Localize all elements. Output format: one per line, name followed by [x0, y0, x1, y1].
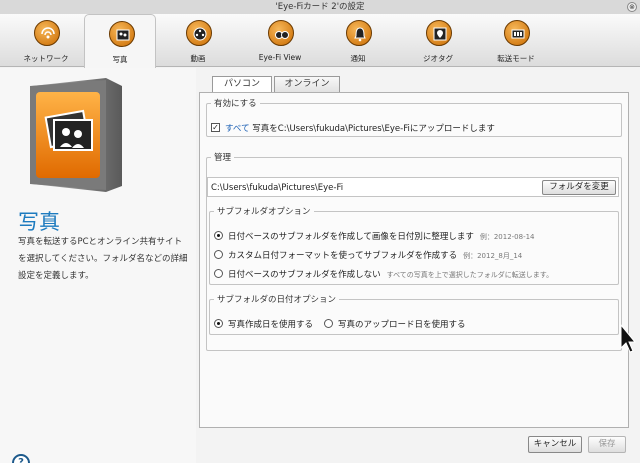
section-title: 写真 — [18, 210, 60, 234]
group-legend: 管理 — [214, 153, 232, 163]
group-legend: サブフォルダの日付オプション — [217, 295, 337, 305]
eyefi-view-icon — [268, 20, 294, 46]
date-radio-uploaded[interactable] — [324, 319, 333, 328]
manage-group: 管理 C:\Users\fukuda\Pictures\Eye-Fi フォルダを… — [206, 151, 622, 351]
enable-text: すべて 写真をC:\Users\fukuda\Pictures\Eye-Fiにア… — [225, 122, 495, 134]
toolbar: ネットワーク 写真 動画 Eye-Fi View 通知 ジオタグ 転送モード — [0, 14, 640, 68]
enable-checkbox[interactable]: ✓ — [211, 123, 220, 132]
toolbar-item-transfer-mode[interactable]: 転送モード — [480, 14, 552, 67]
folder-path-field: C:\Users\fukuda\Pictures\Eye-Fi フォルダを変更 — [207, 177, 619, 197]
toolbar-item-eyefi-view[interactable]: Eye-Fi View — [244, 14, 316, 67]
cancel-button[interactable]: キャンセル — [528, 436, 582, 453]
option-label: 日付ベースのサブフォルダを作成しない — [228, 270, 381, 280]
network-icon — [34, 20, 60, 46]
toolbar-label: 動画 — [190, 54, 206, 63]
photos-large-icon — [22, 72, 132, 201]
change-folder-button[interactable]: フォルダを変更 — [542, 180, 616, 195]
subfolder-radio-date[interactable] — [214, 231, 223, 240]
subfolder-radio-none[interactable] — [214, 269, 223, 278]
option-label: カスタム日付フォーマットを使ってサブフォルダを作成する — [228, 251, 458, 261]
toolbar-label: Eye-Fi View — [258, 53, 302, 62]
option-example: 例：2012-08-14 — [479, 233, 535, 241]
date-option-created: 写真作成日を使用する — [228, 320, 314, 330]
window-title: 'Eye-Fiカード 2'の設定 — [275, 2, 365, 12]
photos-icon — [109, 21, 135, 47]
close-icon: ⊗ — [629, 3, 635, 11]
settings-panel: 有効にする ✓ すべて 写真をC:\Users\fukuda\Pictures\… — [199, 92, 629, 428]
transfer-mode-icon — [504, 20, 530, 46]
left-pane: 写真 写真を転送するPCとオンライン共有サイトを選択してください。フォルダ名など… — [0, 68, 196, 463]
close-button[interactable]: ⊗ — [627, 2, 637, 12]
option-example: すべての写真を上で選択したフォルダに転送します。 — [386, 271, 554, 279]
date-radio-created[interactable] — [214, 319, 223, 328]
date-options-group: サブフォルダの日付オプション 写真作成日を使用する 写真のアップロード日を使用す… — [209, 293, 619, 335]
section-description: 写真を転送するPCとオンライン共有サイトを選択してください。フォルダ名などの詳細… — [18, 237, 188, 281]
enable-group: 有効にする ✓ すべて 写真をC:\Users\fukuda\Pictures\… — [206, 97, 622, 137]
option-label: 日付ベースのサブフォルダを作成して画像を日付別に整理します — [228, 232, 474, 242]
mouse-cursor-icon — [620, 323, 637, 357]
all-link[interactable]: すべて — [225, 124, 250, 134]
toolbar-label: 通知 — [350, 54, 366, 63]
group-legend: 有効にする — [214, 99, 257, 109]
enable-description: 写真をC:\Users\fukuda\Pictures\Eye-Fiにアップロー… — [252, 124, 495, 134]
toolbar-item-network[interactable]: ネットワーク — [10, 14, 82, 67]
help-icon[interactable]: ? — [12, 454, 30, 463]
tab-online[interactable]: オンライン — [274, 76, 340, 92]
toolbar-item-notifications[interactable]: 通知 — [322, 14, 394, 67]
toolbar-item-video[interactable]: 動画 — [162, 14, 234, 67]
toolbar-label: 転送モード — [497, 54, 535, 63]
tab-pc[interactable]: パソコン — [212, 76, 272, 93]
geotag-icon — [426, 20, 452, 46]
subfolder-option-date: 日付ベースのサブフォルダを作成して画像を日付別に整理します 例：2012-08-1… — [228, 230, 535, 242]
video-icon — [186, 20, 212, 46]
toolbar-label: ネットワーク — [23, 54, 69, 63]
toolbar-item-photos[interactable]: 写真 — [84, 14, 156, 68]
option-example: 例：2012_8月_14 — [463, 252, 523, 260]
subfolder-radio-custom[interactable] — [214, 250, 223, 259]
date-option-uploaded: 写真のアップロード日を使用する — [338, 320, 466, 330]
toolbar-item-geotag[interactable]: ジオタグ — [402, 14, 474, 67]
subfolder-option-none: 日付ベースのサブフォルダを作成しない すべての写真を上で選択したフォルダに転送しま… — [228, 268, 553, 280]
subfolder-option-custom: カスタム日付フォーマットを使ってサブフォルダを作成する 例：2012_8月_14 — [228, 249, 522, 261]
subfolder-options-group: サブフォルダオプション 日付ベースのサブフォルダを作成して画像を日付別に整理しま… — [209, 205, 619, 285]
toolbar-label: ジオタグ — [423, 54, 453, 63]
notification-bell-icon — [346, 20, 372, 46]
folder-path: C:\Users\fukuda\Pictures\Eye-Fi — [211, 183, 344, 193]
group-legend: サブフォルダオプション — [217, 207, 311, 217]
toolbar-label: 写真 — [112, 55, 128, 64]
save-button[interactable]: 保存 — [588, 436, 626, 453]
window-title-bar: 'Eye-Fiカード 2'の設定 ⊗ — [0, 0, 640, 14]
